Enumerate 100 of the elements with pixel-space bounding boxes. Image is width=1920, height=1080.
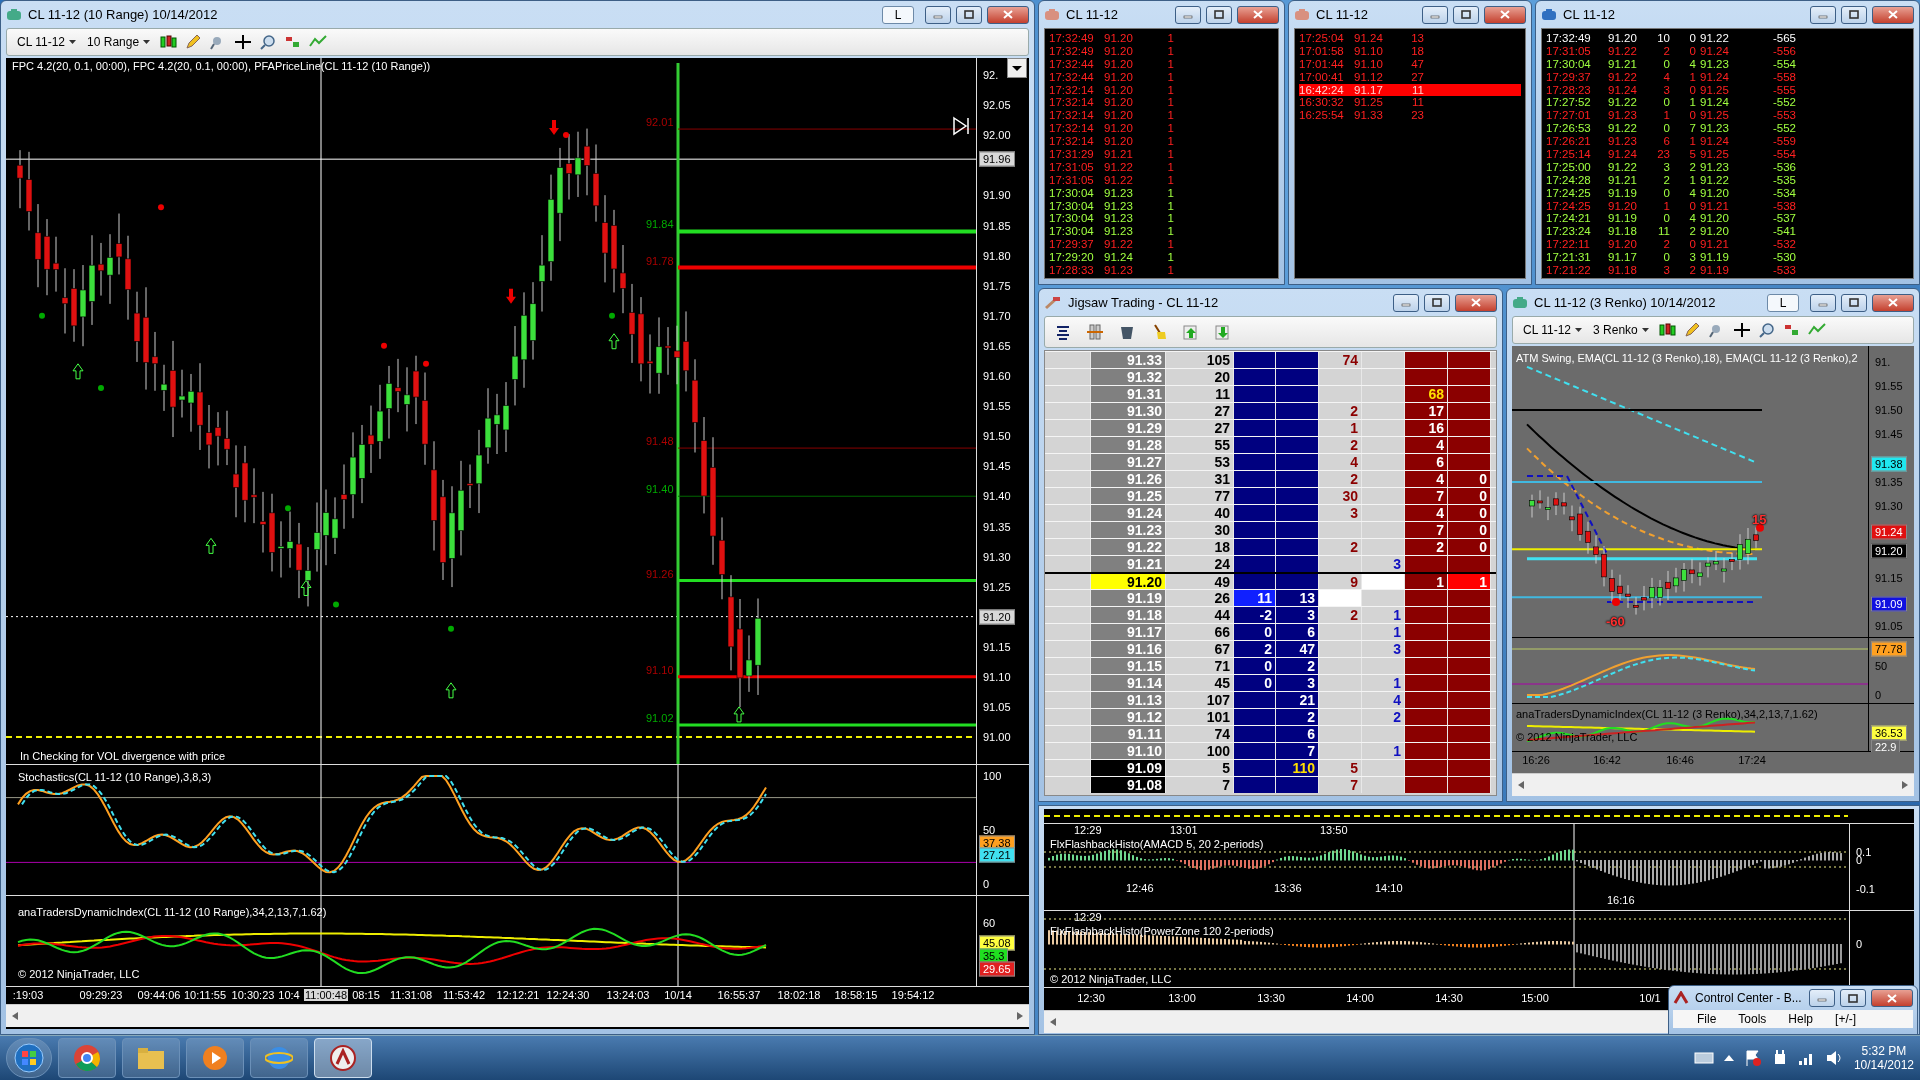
- price-label: 92.05: [983, 99, 1011, 112]
- trade-cell-text: -538: [1771, 199, 1797, 213]
- instrument-dropdown[interactable]: CL 11-12: [1521, 323, 1585, 337]
- lock-button[interactable]: L: [1767, 293, 1799, 312]
- trade-cell-text: 1: [1166, 44, 1175, 58]
- price-cell[interactable]: 91.33: [1091, 352, 1166, 368]
- price-label: 91.: [1875, 356, 1891, 368]
- trade-cell-text: 0: [1662, 122, 1671, 136]
- ladder-cell: 13: [1276, 590, 1319, 606]
- price-cell[interactable]: 91.19: [1091, 590, 1166, 606]
- time-label: 16:26: [1521, 754, 1551, 766]
- price-cell[interactable]: 91.22: [1091, 539, 1166, 555]
- time-label: 16:46: [1665, 754, 1695, 766]
- trade-cell-text: 1: [1166, 122, 1175, 136]
- price-label: 91.70: [983, 309, 1011, 322]
- indicator-label: FlxFlashbackHisto(PowerZone 120 2-periods): [1050, 925, 1274, 937]
- trade-cell-text: -554: [1771, 57, 1797, 71]
- period-dropdown[interactable]: 3 Renko: [1591, 323, 1651, 337]
- menu-item[interactable]: [+/-]: [1835, 1012, 1857, 1026]
- time-annotation: 12:29: [1074, 824, 1102, 836]
- level-label: 91.78: [646, 254, 674, 267]
- trade-cell-text: 17:24:28: [1546, 173, 1592, 187]
- trade-cell-text: 91.22: [1608, 44, 1638, 58]
- ladder-cell: 0: [1448, 539, 1491, 555]
- clock-date[interactable]: 10/14/2012: [1853, 1058, 1914, 1072]
- instrument-dropdown[interactable]: CL 11-12: [15, 35, 79, 49]
- price-cell[interactable]: 91.30: [1091, 403, 1166, 419]
- price-cell[interactable]: 91.21: [1091, 556, 1166, 572]
- price-cell[interactable]: 91.16: [1091, 641, 1166, 657]
- price-label: 91.60: [983, 370, 1011, 382]
- price-cell[interactable]: 91.29: [1091, 420, 1166, 436]
- price-cell[interactable]: 91.08: [1091, 777, 1166, 793]
- ladder-cell: 2: [1276, 709, 1319, 725]
- trade-cell-text: 2: [1688, 264, 1697, 277]
- trade-cell-text: 4: [1688, 57, 1697, 71]
- price-cell[interactable]: 91.18: [1091, 607, 1166, 623]
- trade-cell-text: 3: [1662, 160, 1671, 174]
- price-cell[interactable]: 91.25: [1091, 488, 1166, 504]
- trade-cell-text: 1: [1688, 173, 1697, 187]
- trade-cell-text: 91.25: [1354, 96, 1384, 110]
- window-title: Control Center - B...: [1695, 991, 1803, 1005]
- price-cell[interactable]: 91.24: [1091, 505, 1166, 521]
- price-cell[interactable]: 91.13: [1091, 692, 1166, 708]
- price-cell[interactable]: 91.10: [1091, 743, 1166, 759]
- trade-cell-text: 91.22: [1608, 96, 1638, 110]
- trade-cell-text: 1: [1166, 96, 1175, 110]
- trade-cell-text: 17:01:44: [1299, 57, 1345, 71]
- trade-cell-text: 91.19: [1700, 264, 1730, 277]
- trade-cell-text: 17:32:49: [1049, 44, 1095, 58]
- trade-cell-text: 23: [1656, 148, 1671, 161]
- price-cell[interactable]: 91.14: [1091, 675, 1166, 691]
- trade-cell-text: 91.24: [1354, 32, 1384, 45]
- ladder-cell: 16: [1405, 420, 1448, 436]
- price-cell[interactable]: 91.27: [1091, 454, 1166, 470]
- window-title: CL 11-12 (3 Renko) 10/14/2012: [1534, 295, 1717, 310]
- price-cell[interactable]: 91.26: [1091, 471, 1166, 487]
- price-cell[interactable]: 91.12: [1091, 709, 1166, 725]
- period-dropdown[interactable]: 10 Range: [85, 35, 153, 49]
- indicator-label: anaTradersDynamicIndex(CL 11-12 (3 Renko),34,2,13,7,1.62): [1516, 708, 1818, 720]
- swing-label: -60: [1606, 614, 1625, 629]
- price-cell[interactable]: 91.17: [1091, 624, 1166, 640]
- price-cell[interactable]: 91.23: [1091, 522, 1166, 538]
- price-cell[interactable]: 91.20: [1091, 574, 1166, 589]
- menu-item[interactable]: Help: [1788, 1012, 1814, 1026]
- trade-cell-text: 17:25:04: [1299, 32, 1345, 45]
- trade-cell-text: 47: [1410, 57, 1425, 71]
- trade-cell-text: 0: [1662, 186, 1671, 200]
- price-cell[interactable]: 91.31: [1091, 386, 1166, 402]
- price-cell[interactable]: 91.15: [1091, 658, 1166, 674]
- value-badge: 36.53: [1871, 725, 1907, 741]
- indicator-label: Stochastics(CL 11-12 (10 Range),3,8,3): [18, 771, 212, 783]
- axis-label: 0: [1875, 689, 1882, 701]
- menu-item[interactable]: Tools: [1738, 1012, 1767, 1026]
- trade-cell-text: 16:42:24: [1299, 83, 1345, 97]
- trade-cell-text: 1: [1166, 212, 1175, 226]
- trade-cell-text: 27: [1410, 70, 1425, 84]
- trade-cell-text: 17:32:44: [1049, 57, 1095, 71]
- price-cell[interactable]: 91.32: [1091, 369, 1166, 385]
- lock-button[interactable]: L: [882, 5, 914, 24]
- price-cell[interactable]: 91.09: [1091, 760, 1166, 776]
- trade-cell-text: 0: [1662, 96, 1671, 110]
- price-cell[interactable]: 91.11: [1091, 726, 1166, 742]
- trade-cell-text: 4: [1662, 70, 1671, 84]
- trade-cell-text: 17:29:37: [1049, 238, 1095, 252]
- trade-cell-text: 17:31:05: [1049, 160, 1095, 174]
- ladder-cell: 2: [1234, 641, 1276, 657]
- time-label: 10:30:23: [230, 989, 276, 1001]
- trade-cell-text: 0: [1688, 83, 1697, 97]
- clock-time[interactable]: 5:32 PM: [1861, 1044, 1907, 1058]
- menu-item[interactable]: File: [1697, 1012, 1717, 1026]
- trade-cell-text: 91.17: [1608, 251, 1638, 265]
- trade-cell-text: 17:28:33: [1049, 264, 1095, 277]
- trade-cell-text: 91.19: [1700, 251, 1730, 265]
- trade-cell-text: 17:32:44: [1049, 70, 1095, 84]
- ladder-cell: 4: [1405, 437, 1448, 453]
- price-badge: 91.24: [1871, 524, 1907, 540]
- ladder-cell: 68: [1405, 386, 1448, 402]
- trade-cell-text: 91.22: [1104, 238, 1134, 252]
- trade-cell-text: 2: [1688, 160, 1697, 174]
- price-cell[interactable]: 91.28: [1091, 437, 1166, 453]
